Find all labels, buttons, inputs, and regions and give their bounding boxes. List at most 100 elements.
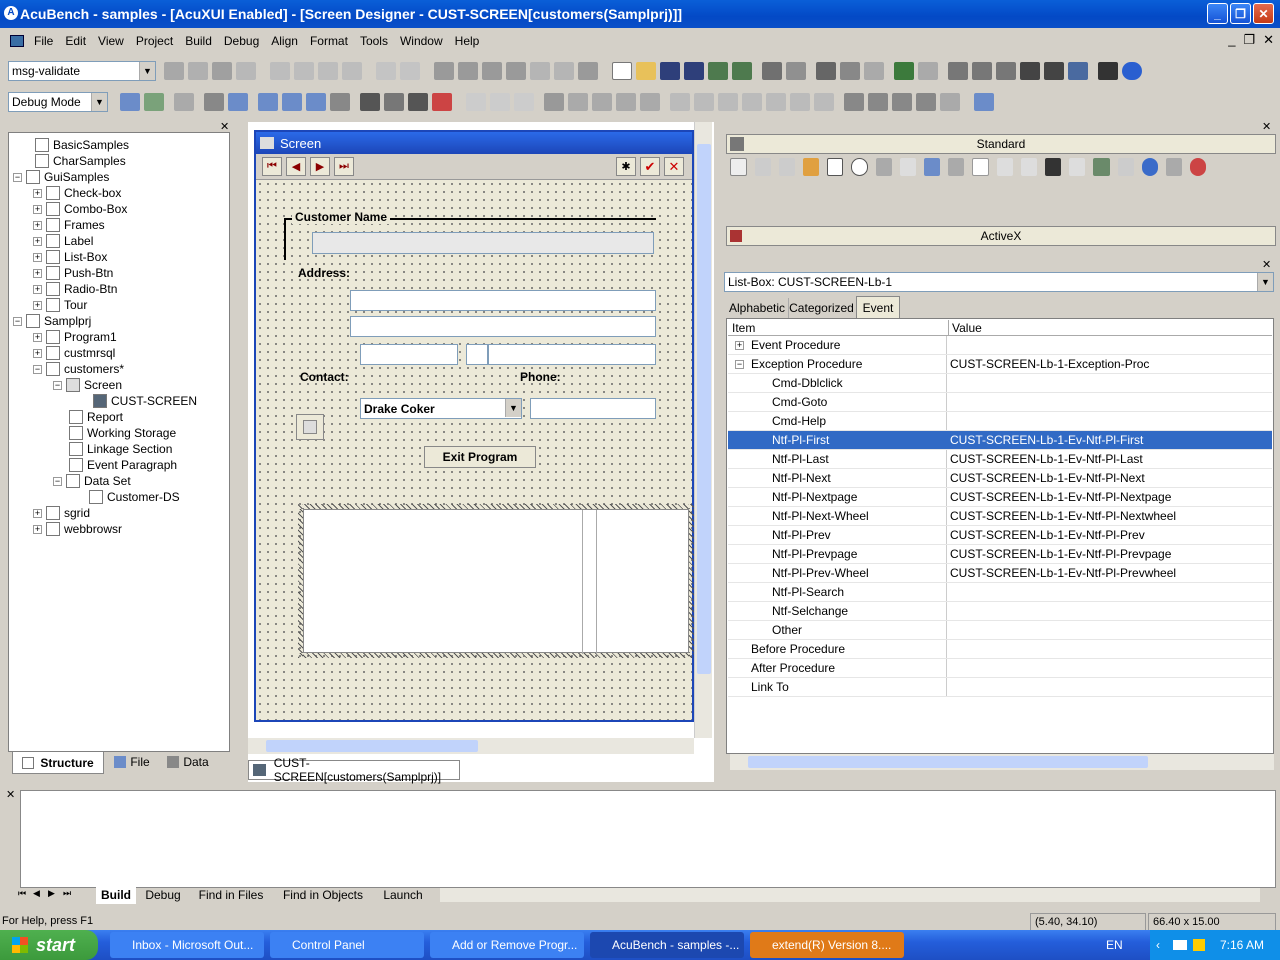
tree-item[interactable]: + webbrowsr xyxy=(33,521,122,537)
expand-icon[interactable]: + xyxy=(735,341,744,350)
zip-field[interactable] xyxy=(488,344,656,365)
toolbar-icon[interactable] xyxy=(204,93,224,111)
collapse-icon[interactable]: − xyxy=(13,172,22,182)
toolbar-icon[interactable] xyxy=(554,62,574,80)
tree-item[interactable]: − Data Set xyxy=(53,473,131,489)
toolbar-icon[interactable] xyxy=(530,62,550,80)
prop-row[interactable]: Ntf-Pl-Prev CUST-SCREEN-Lb-1-Ev-Ntf-Pl-Pr… xyxy=(728,526,1272,545)
tree-item[interactable]: Working Storage xyxy=(65,425,176,441)
tree-item[interactable]: + Check-box xyxy=(33,185,121,201)
open-folder-icon[interactable] xyxy=(636,62,656,80)
panel-close-icon[interactable]: ✕ xyxy=(6,788,15,801)
toolbar-icon[interactable] xyxy=(578,62,598,80)
paste-icon[interactable] xyxy=(864,62,884,80)
toolbar-icon[interactable] xyxy=(732,62,752,80)
toolbar-icon[interactable] xyxy=(228,93,248,111)
toolbox-settings-icon[interactable] xyxy=(730,137,744,151)
prop-row[interactable]: Before Procedure xyxy=(728,640,1272,659)
toolbar-icon[interactable] xyxy=(330,93,350,111)
prop-row[interactable]: Cmd-Goto xyxy=(728,393,1272,412)
prop-row[interactable]: Ntf-Pl-Prev-Wheel CUST-SCREEN-Lb-1-Ev-Ntf… xyxy=(728,564,1272,583)
output-hscroll[interactable] xyxy=(440,888,1260,902)
toolbar-icon[interactable] xyxy=(120,93,140,111)
toolbar-icon[interactable] xyxy=(432,93,452,111)
toolbar-icon[interactable] xyxy=(490,93,510,111)
prop-row[interactable]: + Event Procedure xyxy=(728,336,1272,355)
tree-item[interactable]: + Label xyxy=(33,233,93,249)
toolbar-icon[interactable] xyxy=(466,93,486,111)
tab-control-icon[interactable] xyxy=(1069,158,1086,176)
mdi-close-button[interactable]: ✕ xyxy=(1263,32,1274,48)
toolbar-icon[interactable] xyxy=(434,62,454,80)
menu-project[interactable]: Project xyxy=(130,34,179,48)
last-record-icon[interactable]: ⏭ xyxy=(334,157,354,176)
first-tab-icon[interactable]: ⏮ xyxy=(18,888,32,904)
expand-icon[interactable]: + xyxy=(33,348,42,358)
minimize-button[interactable]: _ xyxy=(1207,3,1228,24)
prop-row-selected[interactable]: Ntf-Pl-First CUST-SCREEN-Lb-1-Ev-Ntf-Pl-F… xyxy=(728,431,1272,450)
prev-record-icon[interactable]: ◀ xyxy=(286,157,306,176)
toolbar-icon[interactable] xyxy=(742,93,762,111)
list-box[interactable] xyxy=(303,509,689,654)
address-line-1[interactable] xyxy=(350,290,656,311)
tree-item[interactable]: Report xyxy=(65,409,123,425)
mode-combo[interactable]: Debug Mode ▼ xyxy=(8,92,108,112)
toolbar-icon[interactable] xyxy=(868,93,888,111)
redo-icon[interactable] xyxy=(918,62,938,80)
undo-icon[interactable] xyxy=(894,62,914,80)
prop-row[interactable]: Cmd-Help xyxy=(728,412,1272,431)
label-control-icon[interactable] xyxy=(754,158,771,176)
next-record-icon[interactable]: ▶ xyxy=(310,157,330,176)
toolbar-icon[interactable] xyxy=(1098,62,1118,80)
bar-icon[interactable] xyxy=(1045,158,1062,176)
collapse-icon[interactable]: − xyxy=(735,360,744,369)
menu-view[interactable]: View xyxy=(92,34,130,48)
grid-icon[interactable] xyxy=(1093,158,1110,176)
toolbar-icon[interactable] xyxy=(790,93,810,111)
tree-item[interactable]: Event Paragraph xyxy=(65,457,177,473)
mdi-minimize-button[interactable]: _ xyxy=(1228,32,1235,48)
tree-item[interactable]: + Program1 xyxy=(33,329,117,345)
web-browser-icon[interactable] xyxy=(1141,158,1158,176)
checkbox-icon[interactable] xyxy=(826,158,844,176)
prop-row[interactable]: Ntf-Pl-Next CUST-SCREEN-Lb-1-Ev-Ntf-Pl-Ne… xyxy=(728,469,1272,488)
tree-item[interactable]: + List-Box xyxy=(33,249,107,265)
expand-icon[interactable]: + xyxy=(33,220,42,230)
toolbar-icon[interactable] xyxy=(708,62,728,80)
toolbar-icon[interactable] xyxy=(940,93,960,111)
expand-icon[interactable]: + xyxy=(33,524,42,534)
copy-icon[interactable] xyxy=(840,62,860,80)
frame-icon[interactable] xyxy=(900,158,917,176)
toolbar-icon[interactable] xyxy=(408,93,428,111)
toolbox-icon[interactable] xyxy=(1021,158,1038,176)
tab-event[interactable]: Event xyxy=(856,296,900,318)
save-icon[interactable] xyxy=(660,62,680,80)
menu-file[interactable]: File xyxy=(28,34,59,48)
designer-vscroll[interactable] xyxy=(694,122,712,738)
doc-tab[interactable]: CUST-SCREEN[customers(Samplprj)] xyxy=(248,756,460,784)
prop-row[interactable]: Ntf-Pl-Next-Wheel CUST-SCREEN-Lb-1-Ev-Ntf… xyxy=(728,507,1272,526)
tree-item[interactable]: CUST-SCREEN xyxy=(89,393,197,409)
pencil-icon[interactable] xyxy=(318,62,338,80)
toolbar-icon[interactable] xyxy=(974,93,994,111)
toolbar-icon[interactable] xyxy=(694,93,714,111)
toolbar-icon[interactable] xyxy=(670,93,690,111)
tree-item[interactable]: Linkage Section xyxy=(65,441,172,457)
tab-find-in-files[interactable]: Find in Files xyxy=(196,886,266,904)
task-extend[interactable]: extend(R) Version 8.... xyxy=(750,932,904,958)
collapse-icon[interactable]: − xyxy=(53,476,62,486)
line-icon[interactable] xyxy=(948,158,965,176)
state-field[interactable] xyxy=(466,344,488,365)
tree-item[interactable]: − customers* xyxy=(33,361,124,377)
first-record-icon[interactable]: ⏮ xyxy=(262,157,282,176)
collapse-icon[interactable]: − xyxy=(13,316,22,326)
expand-icon[interactable]: + xyxy=(33,204,42,214)
tab-file[interactable]: File xyxy=(106,752,158,772)
tab-data[interactable]: Data xyxy=(160,752,216,772)
collapse-icon[interactable]: − xyxy=(33,364,42,374)
panel-close-icon[interactable]: ✕ xyxy=(1262,120,1271,133)
toolbar-icon[interactable] xyxy=(164,62,184,80)
start-button[interactable]: start xyxy=(0,930,98,960)
properties-hscroll[interactable] xyxy=(730,754,1274,770)
scroll-bar-icon[interactable] xyxy=(875,158,893,176)
